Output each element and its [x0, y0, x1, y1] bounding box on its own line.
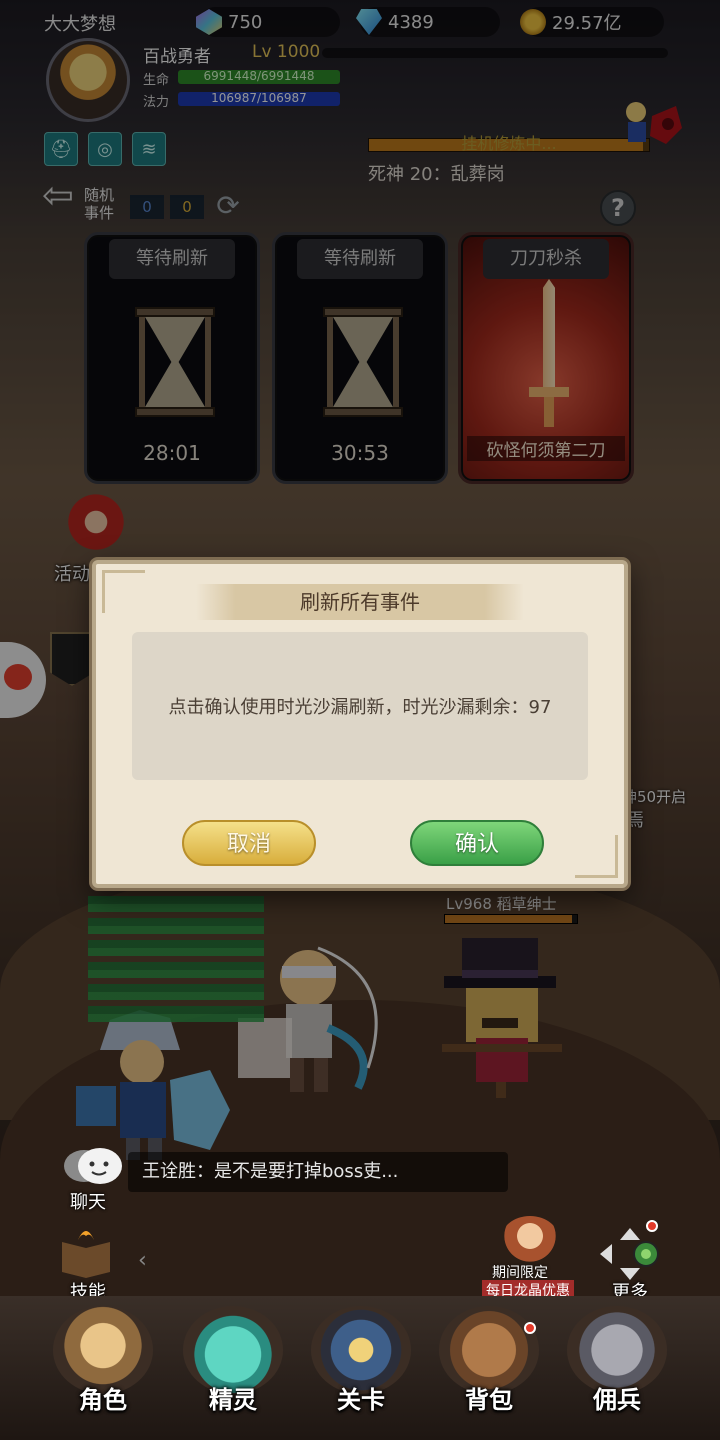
- nav-backpack-label: 背包: [465, 1386, 513, 1414]
- cancel-button[interactable]: 取消: [182, 820, 316, 866]
- nav-stage[interactable]: 关卡: [306, 1306, 416, 1432]
- chevron-left-icon[interactable]: ‹: [138, 1248, 147, 1273]
- nav-spirit[interactable]: 精灵: [178, 1306, 288, 1432]
- dialog-message: 点击确认使用时光沙漏刷新，时光沙漏剩余：97: [168, 697, 552, 718]
- dialog-title: 刷新所有事件: [196, 584, 524, 620]
- dialog-message-box: 点击确认使用时光沙漏刷新，时光沙漏剩余：97: [132, 632, 588, 780]
- chat-bubble-icon[interactable]: [62, 1146, 124, 1190]
- refresh-events-dialog: 刷新所有事件 点击确认使用时光沙漏刷新，时光沙漏剩余：97 取消 确认: [92, 560, 628, 888]
- chat-label: 聊天: [70, 1192, 106, 1213]
- nav-mercenary[interactable]: 佣兵: [562, 1306, 672, 1432]
- chat-message[interactable]: 王诠胜：是不是要打掉boss吏...: [128, 1152, 508, 1192]
- promo-line1: 期间限定: [492, 1265, 548, 1281]
- nav-stage-label: 关卡: [337, 1386, 385, 1414]
- nav-spirit-label: 精灵: [209, 1386, 257, 1414]
- skill-book-icon[interactable]: [54, 1222, 118, 1278]
- nav-mercenary-label: 佣兵: [593, 1386, 641, 1414]
- backpack-notification-dot: [524, 1322, 536, 1334]
- more-dpad-icon[interactable]: [596, 1226, 664, 1282]
- confirm-button[interactable]: 确认: [410, 820, 544, 866]
- nav-character[interactable]: 角色: [48, 1306, 158, 1432]
- more-notification-dot: [646, 1220, 658, 1232]
- nav-character-label: 角色: [79, 1386, 127, 1414]
- promo-character-icon[interactable]: [500, 1216, 560, 1266]
